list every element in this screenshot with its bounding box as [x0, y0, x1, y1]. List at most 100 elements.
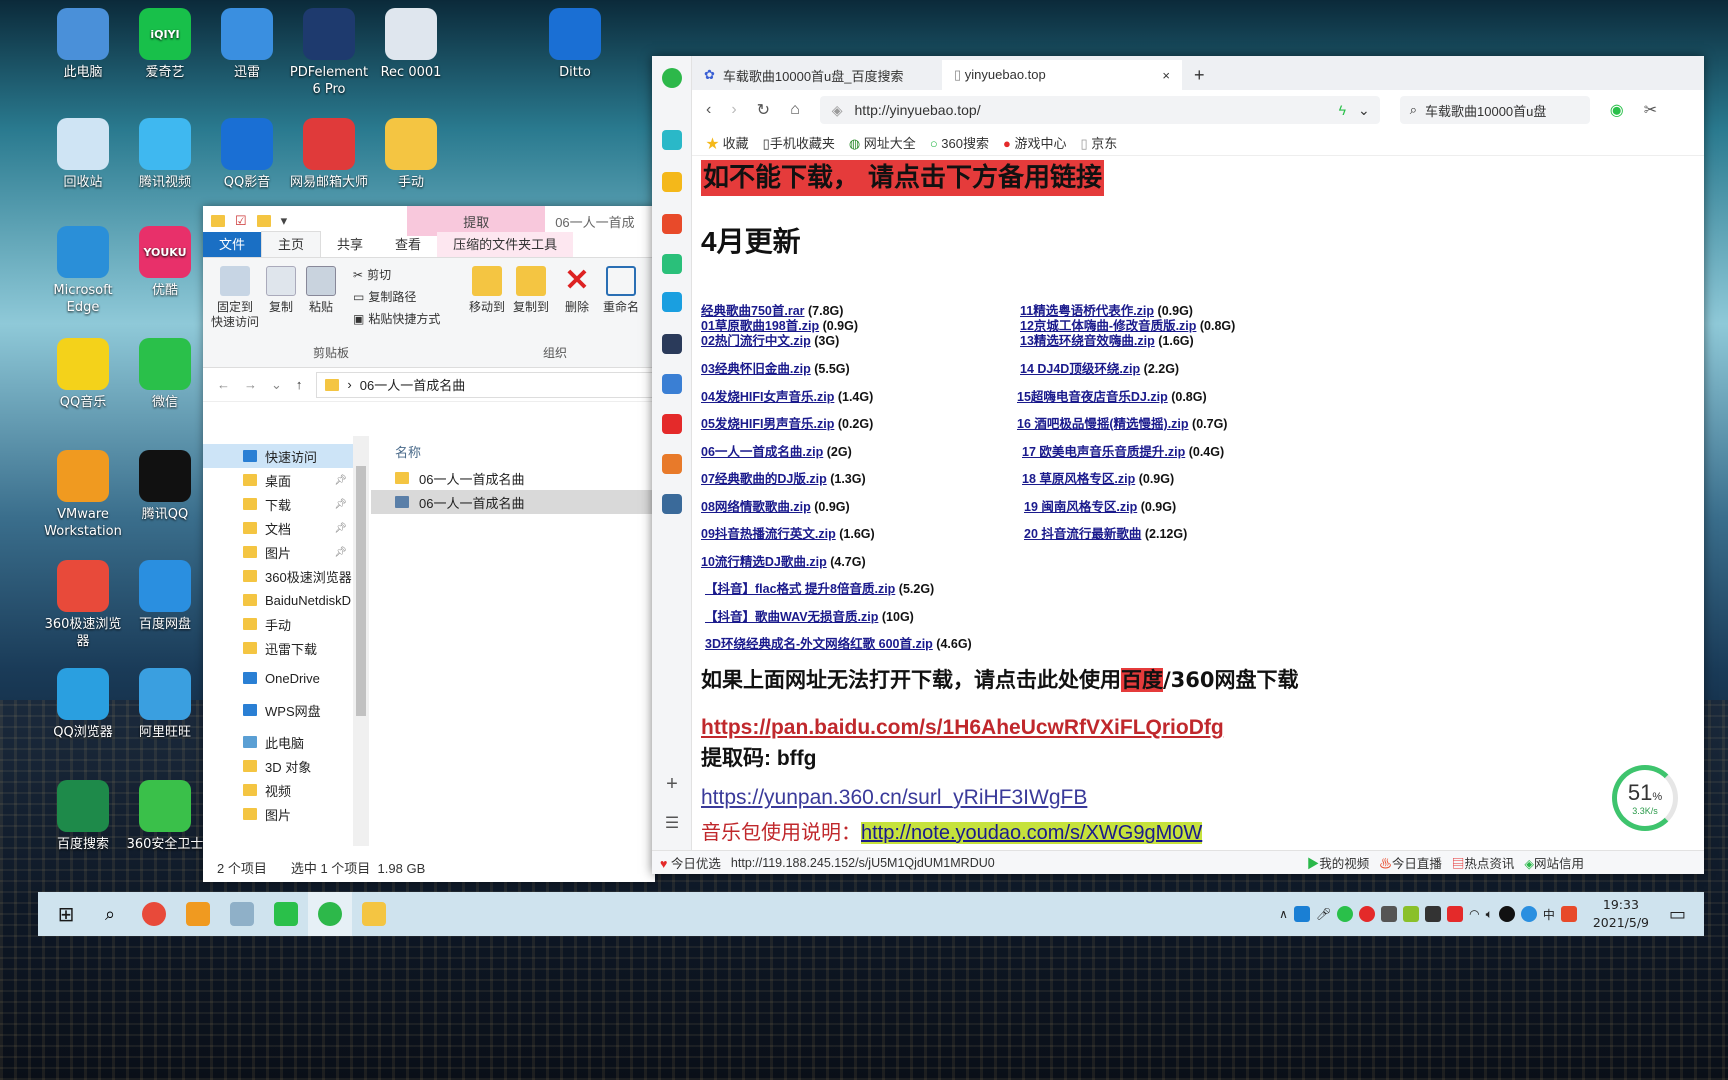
search-box[interactable]: ⌕ 车载歌曲10000首u盘: [1399, 96, 1590, 124]
link-name[interactable]: 04发烧HIFI女声音乐.zip: [701, 390, 834, 404]
ime-indicator[interactable]: 中: [1543, 906, 1555, 923]
link-name[interactable]: 18 草原风格专区.zip: [1022, 472, 1135, 486]
desktop-icon[interactable]: QQ浏览器: [40, 668, 126, 741]
tab-share[interactable]: 共享: [321, 232, 379, 257]
desktop-icon[interactable]: 迅雷: [204, 8, 290, 81]
bookmark-favorites[interactable]: ★ 收藏: [706, 133, 749, 152]
download-link[interactable]: 03经典怀旧金曲.zip (5.5G): [701, 358, 850, 377]
url-bar[interactable]: ◈ http://yinyuebao.top/ ϟ ⌄: [819, 96, 1380, 124]
bookmark-mobile[interactable]: ▯手机收藏夹: [763, 133, 835, 152]
bookmark-360search[interactable]: ○ 360搜索: [930, 133, 989, 152]
delete-button[interactable]: ✕ 删除: [555, 266, 599, 315]
link-name[interactable]: 17 欧美电声音乐音质提升.zip: [1022, 445, 1185, 459]
link-name[interactable]: 09抖音热播流行英文.zip: [701, 527, 836, 541]
app-icon[interactable]: [662, 454, 682, 474]
link-name[interactable]: 19 闽南风格专区.zip: [1024, 500, 1137, 514]
chevron-down-icon[interactable]: ▾: [281, 213, 288, 229]
desktop-icon[interactable]: 微信: [122, 338, 208, 411]
network-speed-widget[interactable]: 51% 3.3K/s: [1612, 765, 1678, 831]
paste-shortcut-button[interactable]: ▣ 粘贴快捷方式: [353, 310, 440, 327]
desktop-icon[interactable]: PDFelement 6 Pro: [286, 8, 372, 98]
download-link[interactable]: 13精选环绕音效嗨曲.zip (1.6G): [1020, 330, 1194, 349]
pin-icon[interactable]: 📌︎: [334, 547, 347, 558]
today-pick[interactable]: ♥ 今日优选: [660, 853, 721, 872]
desktop-icon[interactable]: 360安全卫士: [122, 780, 208, 853]
taskbar-explorer[interactable]: [352, 892, 396, 936]
link-name[interactable]: 【抖音】flac格式 提升8倍音质.zip: [705, 582, 895, 596]
reload-icon[interactable]: ↻: [757, 100, 770, 120]
link-name[interactable]: 【抖音】歌曲WAV无损音质.zip: [705, 610, 878, 624]
back-icon[interactable]: ‹: [706, 101, 711, 119]
file-explorer-window[interactable]: ☑ ▾ 提取 06一人一首成 文件 主页 共享 查看 压缩的文件夹工具 固定到 …: [203, 206, 655, 882]
desktop-icon[interactable]: 360极速浏览器: [40, 560, 126, 650]
pin-icon[interactable]: 📌︎: [334, 523, 347, 534]
yunpan-link[interactable]: https://yunpan.360.cn/surl_yRiHF3IWgFB: [701, 786, 1087, 810]
link-name[interactable]: 07经典歌曲的DJ版.zip: [701, 472, 827, 486]
desktop-icon[interactable]: 回收站: [40, 118, 126, 191]
column-header-name[interactable]: 名称: [371, 436, 655, 466]
link-name[interactable]: 05发烧HIFI男声音乐.zip: [701, 417, 834, 431]
download-link[interactable]: 06一人一首成名曲.zip (2G): [701, 441, 852, 460]
download-link[interactable]: 【抖音】flac格式 提升8倍音质.zip (5.2G): [705, 578, 934, 597]
tab-compressed-tools[interactable]: 压缩的文件夹工具: [437, 232, 574, 257]
desktop-icon[interactable]: 手动: [368, 118, 454, 191]
nav-item[interactable]: 3D 对象: [203, 754, 353, 778]
forward-arrow-icon[interactable]: →: [244, 377, 257, 392]
add-icon[interactable]: +: [662, 774, 682, 794]
pin-quick-access-button[interactable]: 固定到 快速访问: [209, 266, 261, 330]
download-link[interactable]: 17 欧美电声音乐音质提升.zip (0.4G): [1022, 441, 1224, 460]
desktop-icon[interactable]: QQ影音: [204, 118, 290, 191]
link-name[interactable]: 08网络情歌歌曲.zip: [701, 500, 811, 514]
address-path[interactable]: › 06一人一首成名曲: [316, 371, 655, 398]
tray-app-icon[interactable]: [1520, 906, 1537, 922]
nav-scrollbar[interactable]: [353, 436, 369, 846]
mic-icon[interactable]: 🎤︎: [1316, 907, 1331, 921]
download-link[interactable]: 10流行精选DJ歌曲.zip (4.7G): [701, 551, 866, 570]
move-to-button[interactable]: 移动到: [465, 266, 509, 315]
nav-item[interactable]: 迅雷下载: [203, 636, 353, 660]
taskbar-ie[interactable]: [308, 892, 352, 936]
nav-item[interactable]: 图片: [203, 802, 353, 826]
game-icon[interactable]: [662, 414, 682, 434]
battery-icon[interactable]: [1425, 906, 1442, 922]
link-name[interactable]: 3D环绕经典成名-外文网络红歌 600首.zip: [705, 637, 933, 651]
nav-item[interactable]: 360极速浏览器: [203, 564, 353, 588]
extension-icon[interactable]: ◉: [1610, 100, 1624, 120]
tab-file[interactable]: 文件: [203, 232, 262, 257]
volume-icon[interactable]: 🔈︎: [1486, 907, 1493, 922]
desktop-icon[interactable]: 百度搜索: [40, 780, 126, 853]
desktop-icon[interactable]: 阿里旺旺: [122, 668, 208, 741]
tab-yinyuebao[interactable]: ▯ yinyuebao.top ×: [942, 60, 1182, 90]
input-method-icon[interactable]: [1560, 906, 1577, 922]
chevron-down-icon[interactable]: ⌄: [1358, 102, 1370, 119]
menu-icon[interactable]: ☰: [662, 814, 682, 834]
desktop-icon[interactable]: 腾讯视频: [122, 118, 208, 191]
cut-button[interactable]: ✂ 剪切: [353, 266, 391, 283]
chevron-up-icon[interactable]: ∧: [1279, 907, 1288, 921]
nav-item[interactable]: 手动: [203, 612, 353, 636]
notice-highlight[interactable]: 百度: [1121, 668, 1163, 692]
app-icon[interactable]: [662, 292, 682, 312]
desktop-icon[interactable]: 此电脑: [40, 8, 126, 81]
desktop-icon[interactable]: Rec 0001: [368, 8, 454, 81]
link-name[interactable]: 03经典怀旧金曲.zip: [701, 362, 811, 376]
tab-baidu-search[interactable]: ✿ 车载歌曲10000首u盘_百度搜索: [692, 60, 942, 90]
forward-icon[interactable]: ›: [731, 101, 736, 119]
scrollbar-thumb[interactable]: [356, 466, 366, 716]
desktop-icon[interactable]: Microsoft Edge: [40, 226, 126, 316]
link-name[interactable]: 14 DJ4D顶级环绕.zip: [1020, 362, 1140, 376]
status-news[interactable]: ▤热点资讯: [1452, 853, 1515, 872]
download-link[interactable]: 3D环绕经典成名-外文网络红歌 600首.zip (4.6G): [705, 633, 972, 652]
desktop-icon[interactable]: 腾讯QQ: [122, 450, 208, 523]
notification-icon[interactable]: ▭: [1669, 904, 1686, 925]
qq-icon[interactable]: [1498, 906, 1515, 922]
nav-item[interactable]: WPS网盘: [203, 698, 353, 722]
chevron-down-icon[interactable]: ⌄: [271, 377, 282, 393]
file-row-selected[interactable]: 06一人一首成名曲: [371, 490, 655, 514]
link-name[interactable]: 10流行精选DJ歌曲.zip: [701, 555, 827, 569]
scissors-icon[interactable]: ✂: [1644, 100, 1657, 120]
tray-app-icon[interactable]: [1403, 906, 1420, 922]
tray-app-icon[interactable]: [1293, 906, 1310, 922]
taskbar-wechat[interactable]: [264, 892, 308, 936]
desktop-icon[interactable]: QQ音乐: [40, 338, 126, 411]
